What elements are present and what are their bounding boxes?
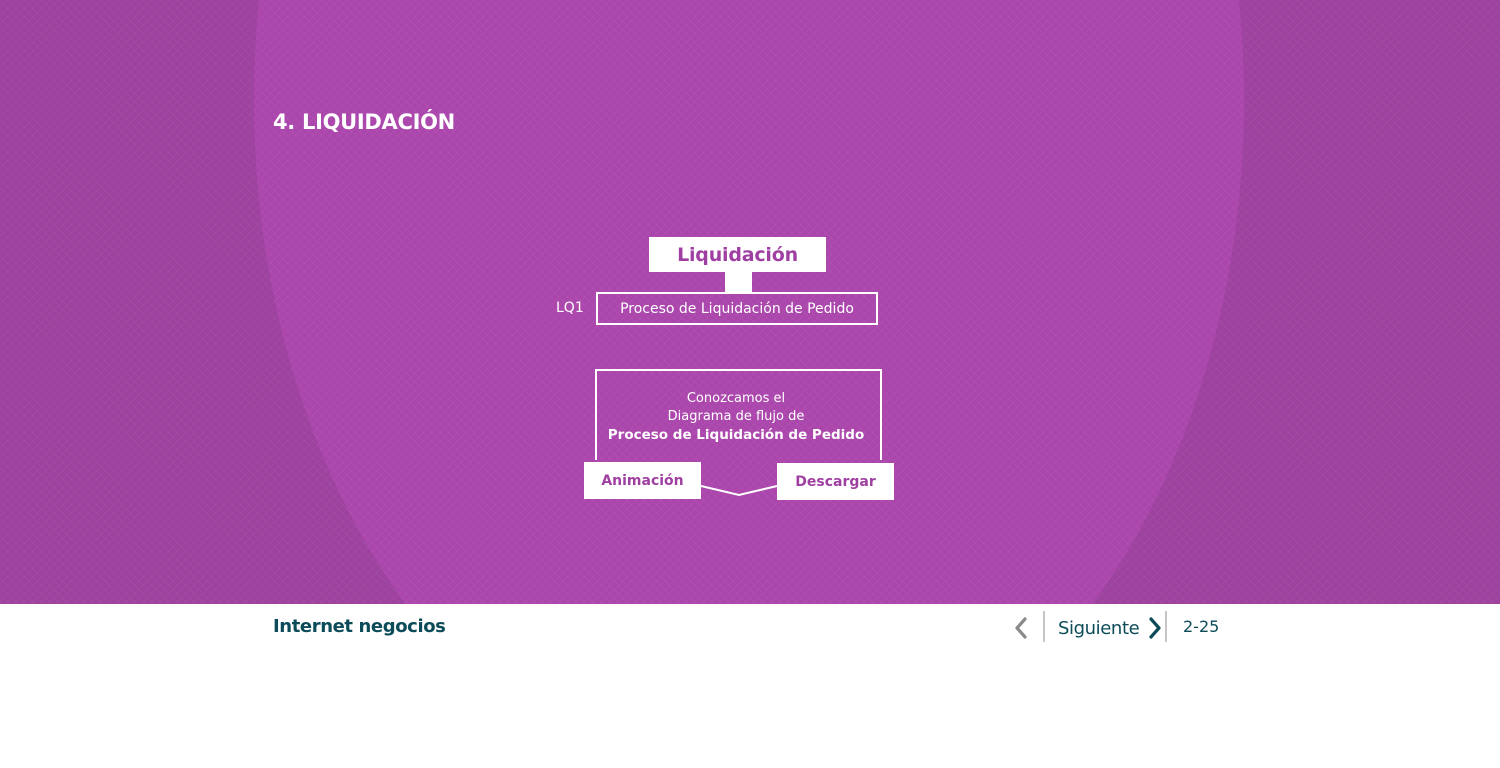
chevron-left-icon bbox=[1015, 617, 1027, 639]
connector-stem bbox=[725, 272, 752, 292]
animation-button[interactable]: Animación bbox=[584, 462, 701, 499]
info-line-3: Proceso de Liquidación de Pedido bbox=[607, 427, 865, 443]
brand-logo: Internet negocios bbox=[273, 616, 446, 637]
info-line-1: Conozcamos el bbox=[686, 391, 786, 406]
nav-divider bbox=[1043, 611, 1045, 642]
slide-stage: 4. LIQUIDACIÓN Liquidación LQ1 Proceso d… bbox=[0, 0, 1500, 604]
process-box[interactable]: Proceso de Liquidación de Pedido bbox=[596, 292, 878, 325]
next-label: Siguiente bbox=[1058, 617, 1140, 639]
next-button[interactable]: Siguiente bbox=[1058, 614, 1163, 642]
process-code: LQ1 bbox=[556, 300, 584, 316]
section-title: 4. LIQUIDACIÓN bbox=[273, 110, 455, 134]
info-text: Conozcamos el Diagrama de flujo de Proce… bbox=[596, 390, 876, 444]
chevron-right-icon bbox=[1149, 617, 1161, 639]
download-button[interactable]: Descargar bbox=[777, 463, 894, 500]
page-number: 2-25 bbox=[1183, 617, 1220, 636]
info-line-2: Diagrama de flujo de bbox=[667, 409, 805, 424]
nav-divider bbox=[1165, 611, 1167, 642]
previous-button[interactable] bbox=[1008, 614, 1034, 642]
diagram-title-box: Liquidación bbox=[649, 237, 826, 272]
